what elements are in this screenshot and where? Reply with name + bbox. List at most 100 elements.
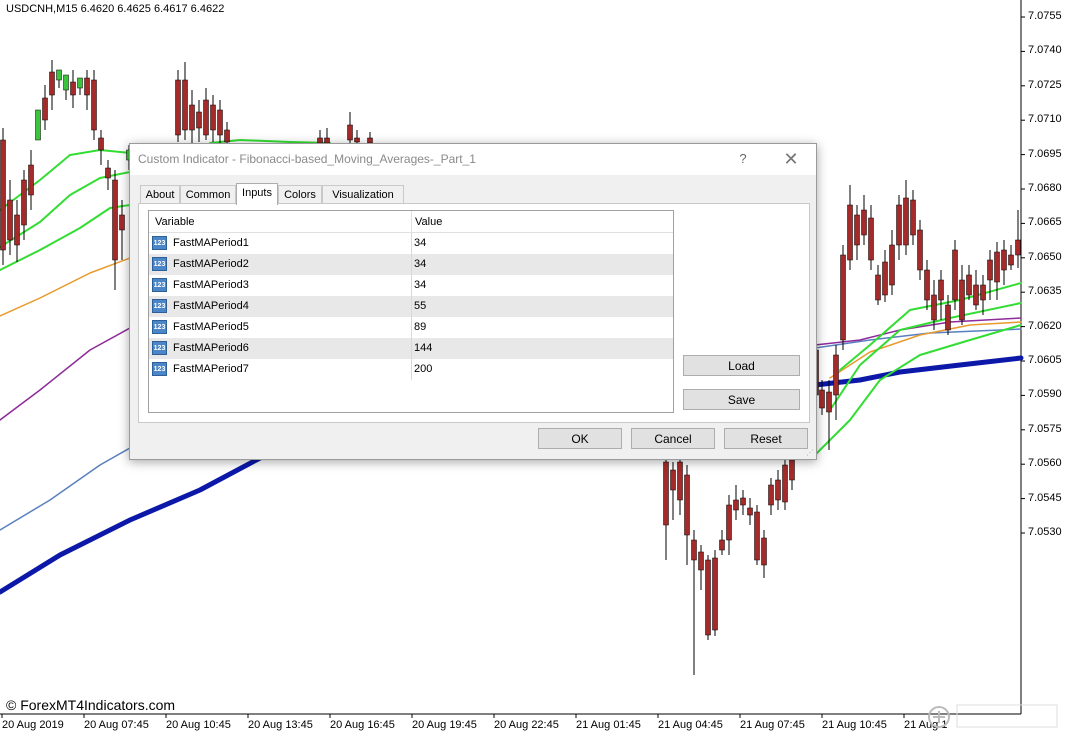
- tab-colors[interactable]: Colors: [278, 185, 322, 204]
- candle-body: [726, 504, 732, 541]
- candle-body: [684, 474, 690, 536]
- price-tick-label: 7.0695: [1028, 147, 1062, 160]
- table-row[interactable]: 123 FastMAPeriod5 89: [149, 317, 673, 339]
- candle-body: [833, 354, 839, 396]
- moving-average-line: [814, 317, 1022, 346]
- time-tick-label: 21 Aug 10:45: [822, 719, 887, 731]
- dialog-titlebar[interactable]: Custom Indicator - Fibonacci-based_Movin…: [130, 144, 816, 175]
- tab-visualization[interactable]: Visualization: [322, 185, 404, 204]
- tab-about[interactable]: About: [140, 185, 180, 204]
- price-tick-label: 7.0545: [1028, 491, 1062, 504]
- integer-type-icon: 123: [152, 236, 167, 250]
- variable-name: FastMAPeriod7: [173, 363, 249, 375]
- candle-body: [224, 129, 230, 143]
- candle-body: [84, 77, 90, 96]
- candle-body: [698, 551, 704, 571]
- table-row[interactable]: 123 FastMAPeriod6 144: [149, 338, 673, 360]
- inputs-grid[interactable]: Variable Value 123 FastMAPeriod1 34 123 …: [148, 210, 674, 413]
- price-tick-label: 7.0530: [1028, 526, 1062, 538]
- table-row[interactable]: 123 FastMAPeriod4 55: [149, 296, 673, 318]
- candle-body: [56, 69, 62, 81]
- candle-body: [210, 104, 216, 131]
- price-tick-label: 7.0620: [1028, 319, 1062, 332]
- moving-average-line: [0, 327, 131, 421]
- candle-body: [789, 459, 795, 481]
- candle-body: [354, 137, 360, 143]
- table-row[interactable]: 123 FastMAPeriod3 34: [149, 275, 673, 297]
- column-header-variable[interactable]: Variable: [155, 211, 195, 232]
- reset-button[interactable]: Reset: [724, 428, 808, 449]
- dialog-title: Custom Indicator - Fibonacci-based_Movin…: [138, 152, 476, 166]
- column-header-value[interactable]: Value: [415, 211, 442, 232]
- candle-body: [70, 81, 76, 96]
- candle-body: [670, 469, 676, 491]
- time-tick-label: 21 Aug 04:45: [658, 719, 723, 731]
- cell-divider: [411, 317, 412, 338]
- candle-body: [889, 244, 895, 286]
- variable-value[interactable]: 34: [414, 275, 426, 296]
- time-tick-label: 20 Aug 2019: [2, 719, 64, 731]
- candle-body: [77, 77, 83, 89]
- candle-body: [754, 511, 760, 561]
- moving-average-line: [0, 447, 131, 531]
- candle-body: [896, 204, 902, 246]
- candle-body: [917, 229, 923, 271]
- candle-body: [826, 391, 832, 413]
- variable-value[interactable]: 34: [414, 233, 426, 254]
- candle-body: [740, 497, 746, 506]
- candle-body: [931, 294, 937, 321]
- time-tick-label: 20 Aug 07:45: [84, 719, 149, 731]
- price-tick-label: 7.0605: [1028, 354, 1062, 366]
- moving-average-line: [814, 324, 1022, 456]
- candle-body: [112, 179, 118, 261]
- variable-value[interactable]: 144: [414, 338, 432, 359]
- variable-value[interactable]: 89: [414, 317, 426, 338]
- candle-body: [854, 214, 860, 246]
- variable-value[interactable]: 34: [414, 254, 426, 275]
- candle-body: [35, 109, 41, 141]
- header-divider[interactable]: [411, 211, 412, 232]
- time-tick-label: 21 Aug 07:45: [740, 719, 805, 731]
- cell-divider: [411, 359, 412, 380]
- candle-body: [910, 199, 916, 236]
- candle-body: [987, 259, 993, 281]
- tab-common[interactable]: Common: [180, 185, 236, 204]
- save-button[interactable]: Save: [683, 389, 800, 410]
- cancel-button[interactable]: Cancel: [631, 428, 715, 449]
- variable-value[interactable]: 200: [414, 359, 432, 380]
- price-tick-label: 7.0635: [1028, 285, 1062, 298]
- variable-name: FastMAPeriod4: [173, 300, 249, 312]
- table-row[interactable]: 123 FastMAPeriod7 200: [149, 359, 673, 381]
- moving-average-line: [812, 355, 1024, 388]
- candle-body: [49, 71, 55, 96]
- load-button[interactable]: Load: [683, 355, 800, 376]
- time-tick-label: 20 Aug 19:45: [412, 719, 477, 731]
- tab-inputs[interactable]: Inputs: [236, 183, 278, 205]
- cell-divider: [411, 296, 412, 317]
- time-tick-label: 20 Aug 13:45: [248, 719, 313, 731]
- moving-average-line: [814, 328, 1022, 349]
- candle-body: [217, 109, 223, 136]
- corner-logo-watermark: [928, 704, 1058, 728]
- grid-header: Variable Value: [149, 211, 673, 233]
- candle-body: [677, 461, 683, 501]
- close-button[interactable]: ✕: [780, 148, 802, 170]
- candle-body: [182, 79, 188, 131]
- ok-button[interactable]: OK: [538, 428, 622, 449]
- help-button[interactable]: ?: [734, 149, 752, 169]
- candle-body: [63, 74, 69, 91]
- cell-divider: [411, 338, 412, 359]
- candle-body: [98, 137, 104, 151]
- candle-body: [882, 261, 888, 296]
- table-row[interactable]: 123 FastMAPeriod1 34: [149, 233, 673, 255]
- candle-body: [959, 279, 965, 321]
- candle-body: [203, 99, 209, 136]
- resize-grip-icon[interactable]: ⋰: [806, 449, 814, 457]
- candle-body: [119, 214, 125, 231]
- moving-average-line: [0, 257, 131, 317]
- candle-body: [819, 389, 825, 409]
- variable-value[interactable]: 55: [414, 296, 426, 317]
- candle-body: [196, 111, 202, 129]
- table-row[interactable]: 123 FastMAPeriod2 34: [149, 254, 673, 276]
- candle-body: [712, 557, 718, 631]
